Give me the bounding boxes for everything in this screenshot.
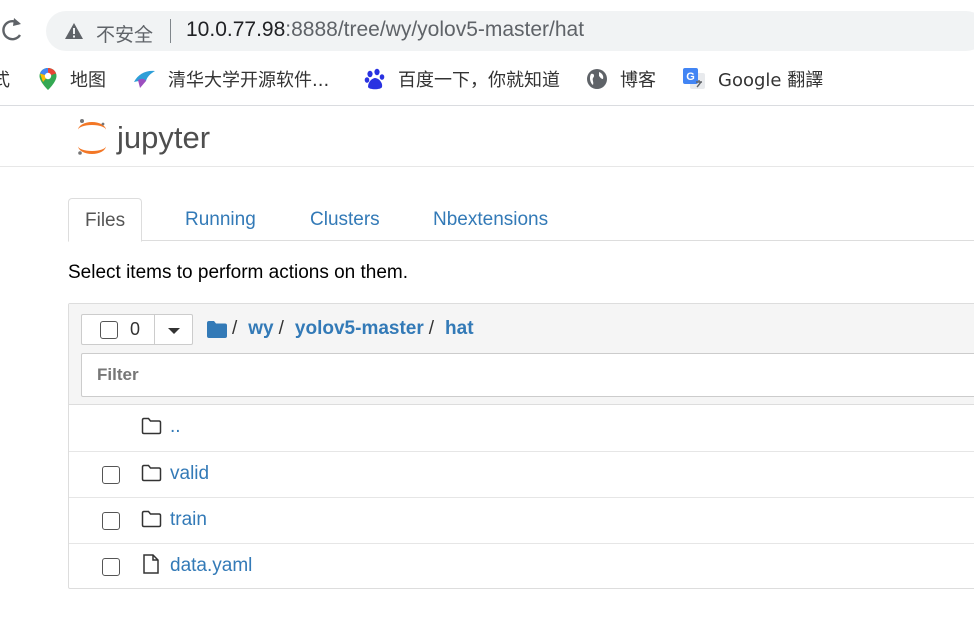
breadcrumb-separator: / — [232, 318, 238, 339]
browser-chrome: 不安全 10.0.77.98:8888/tree/wy/yolov5-maste… — [0, 0, 974, 106]
item-checkbox[interactable] — [102, 558, 120, 576]
bookmark-partial[interactable]: 式 — [0, 62, 10, 96]
divider — [170, 19, 171, 43]
file-list-panel: 0 / wy / yolov5-master / hat .. — [68, 303, 974, 589]
bookmark-baidu[interactable]: 百度一下，你就知道 — [364, 62, 560, 96]
tab-nbextensions[interactable]: Nbextensions — [417, 198, 564, 241]
bookmark-label: Google 翻譯 — [718, 70, 824, 91]
breadcrumb-separator: / — [278, 318, 284, 339]
folder-icon — [141, 464, 162, 482]
bookmark-label: 博客 — [620, 70, 656, 91]
select-all-button[interactable]: 0 — [81, 314, 155, 345]
tuna-bird-icon — [134, 70, 155, 88]
tab-bar: Files Running Clusters Nbextensions — [68, 198, 974, 242]
item-name-link[interactable]: valid — [170, 463, 209, 485]
tab-clusters[interactable]: Clusters — [294, 198, 396, 241]
tab-running[interactable]: Running — [169, 198, 272, 241]
file-icon — [143, 554, 159, 574]
jupyter-header: jupyter — [0, 106, 974, 167]
breadcrumb-separator: / — [428, 318, 435, 339]
breadcrumb-item[interactable]: yolov5-master — [295, 318, 424, 340]
jupyter-logo[interactable]: jupyter — [74, 115, 234, 159]
item-name-link[interactable]: data.yaml — [170, 555, 252, 577]
maps-pin-icon — [39, 68, 57, 90]
item-name-link[interactable]: .. — [170, 416, 181, 438]
filter-input[interactable] — [82, 354, 974, 396]
folder-icon — [141, 510, 162, 528]
logo-text: jupyter — [116, 120, 210, 155]
select-all-checkbox[interactable] — [100, 321, 118, 339]
warning-icon[interactable] — [64, 22, 84, 40]
list-item[interactable]: train — [69, 497, 974, 543]
bookmark-tuna[interactable]: 清华大学开源软件... — [132, 62, 329, 96]
bookmark-google-translate[interactable]: G Google 翻譯 — [682, 62, 823, 96]
bookmark-label: 百度一下，你就知道 — [398, 70, 560, 91]
item-name-link[interactable]: train — [170, 509, 207, 531]
list-item[interactable]: data.yaml — [69, 543, 974, 589]
item-checkbox[interactable] — [102, 512, 120, 530]
url-host: 10.0.77.98 — [186, 18, 286, 41]
bookmarks-bar: 式 地图 清华大学开源软件... 百度一下，你就知道 博客 G Google 翻… — [0, 62, 974, 96]
url-path: :8888/tree/wy/yolov5-master/hat — [285, 18, 585, 41]
reload-icon[interactable] — [0, 14, 26, 44]
bookmark-label: 式 — [0, 70, 10, 91]
bookmark-label: 清华大学开源软件... — [168, 70, 330, 91]
selected-count: 0 — [130, 319, 141, 339]
svg-text:G: G — [686, 71, 695, 83]
bookmark-maps[interactable]: 地图 — [38, 62, 106, 96]
insecure-label: 不安全 — [96, 24, 154, 46]
address-bar[interactable]: 不安全 10.0.77.98:8888/tree/wy/yolov5-maste… — [46, 11, 974, 51]
breadcrumb: / wy / yolov5-master / hat — [207, 316, 474, 342]
filter-box — [81, 353, 974, 397]
item-checkbox[interactable] — [102, 466, 120, 484]
baidu-paw-icon — [364, 68, 385, 90]
file-list: .. valid train data.yaml — [69, 405, 974, 589]
bookmark-blog[interactable]: 博客 — [586, 62, 656, 96]
list-item[interactable]: .. — [69, 405, 974, 451]
list-item[interactable]: valid — [69, 451, 974, 497]
google-translate-icon: G — [683, 68, 705, 89]
breadcrumb-item[interactable]: wy — [248, 318, 273, 340]
breadcrumb-item[interactable]: hat — [445, 318, 474, 340]
tab-files[interactable]: Files — [68, 198, 143, 242]
file-list-header: 0 / wy / yolov5-master / hat — [69, 304, 974, 405]
folder-home-icon[interactable] — [207, 320, 227, 338]
bookmark-label: 地图 — [70, 70, 106, 91]
folder-icon — [141, 417, 162, 435]
globe-icon — [587, 69, 607, 89]
instructions-text: Select items to perform actions on them. — [68, 262, 409, 283]
url-text[interactable]: 10.0.77.98:8888/tree/wy/yolov5-master/ha… — [186, 18, 584, 42]
selection-dropdown-button[interactable] — [155, 314, 193, 345]
